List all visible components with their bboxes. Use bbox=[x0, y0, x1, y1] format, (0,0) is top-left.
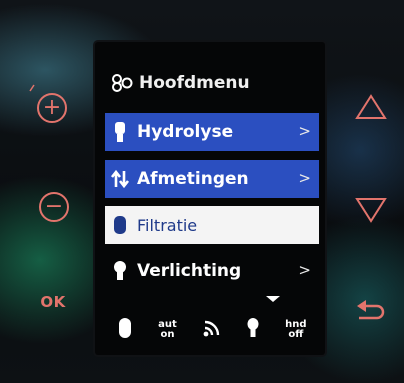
menu-glyph-icon bbox=[112, 74, 133, 92]
minus-icon: − bbox=[44, 194, 64, 219]
menu-item-label: Afmetingen bbox=[137, 169, 249, 189]
hydrolysis-cell-icon bbox=[109, 120, 131, 144]
menu-item-label: Filtratie bbox=[137, 215, 198, 235]
hand-line2: off bbox=[288, 329, 304, 340]
status-bar: aut on hnd off bbox=[105, 312, 319, 348]
light-status-icon bbox=[246, 317, 260, 343]
display-screen: Hoofdmenu Hydrolyse > Afmetingen > Filtr… bbox=[95, 42, 325, 355]
chevron-right-icon: > bbox=[298, 261, 311, 279]
menu-item-label: Verlichting bbox=[137, 261, 242, 281]
plus-icon: + bbox=[42, 95, 62, 120]
back-arrow-icon bbox=[357, 300, 385, 320]
menu-item-filtratie[interactable]: Filtratie bbox=[105, 206, 319, 244]
filter-status-icon bbox=[117, 316, 133, 344]
device-panel: + − OK Hoofdmenu Hydrolyse > Afmetingen … bbox=[0, 0, 404, 383]
measurements-arrows-icon bbox=[109, 167, 131, 191]
back-button[interactable] bbox=[352, 298, 386, 324]
up-button[interactable] bbox=[354, 93, 388, 121]
menu-title: Hoofdmenu bbox=[111, 68, 250, 98]
triangle-down-icon bbox=[355, 198, 387, 223]
menu-item-label: Hydrolyse bbox=[137, 122, 234, 142]
down-button[interactable] bbox=[354, 196, 388, 224]
minus-button[interactable]: − bbox=[39, 192, 69, 222]
triangle-up-icon bbox=[355, 94, 387, 119]
chevron-right-icon: > bbox=[298, 169, 311, 187]
filter-icon bbox=[109, 213, 131, 237]
menu-title-label: Hoofdmenu bbox=[139, 73, 250, 93]
plus-indicator bbox=[28, 84, 36, 92]
wifi-icon bbox=[202, 319, 222, 341]
ok-button[interactable]: OK bbox=[35, 292, 71, 312]
plus-button[interactable]: + bbox=[37, 93, 67, 123]
light-icon bbox=[109, 259, 131, 283]
menu-item-afmetingen[interactable]: Afmetingen > bbox=[105, 160, 319, 198]
chevron-right-icon: > bbox=[298, 122, 311, 140]
menu-item-hydrolyse[interactable]: Hydrolyse > bbox=[105, 113, 319, 151]
auto-mode-status: aut on bbox=[158, 320, 177, 340]
hand-mode-status: hnd off bbox=[285, 320, 306, 340]
auto-line2: on bbox=[160, 329, 175, 340]
menu-item-verlichting[interactable]: Verlichting > bbox=[105, 252, 319, 290]
scroll-down-indicator-icon bbox=[266, 296, 280, 302]
